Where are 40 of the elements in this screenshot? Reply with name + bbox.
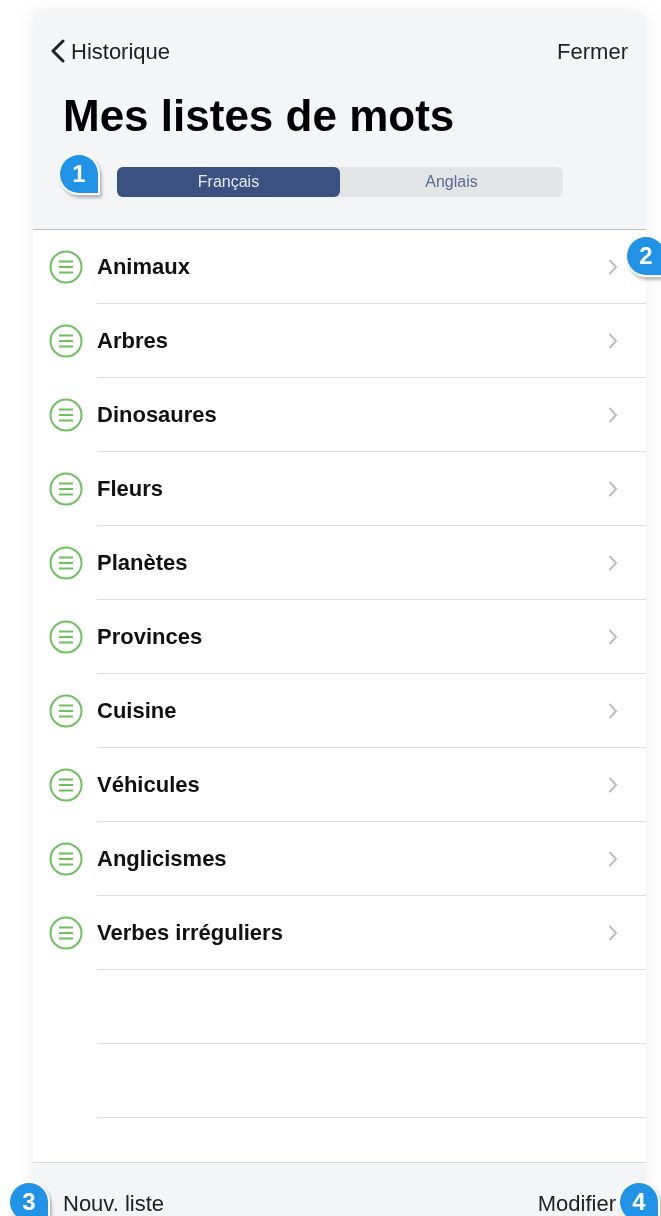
close-button[interactable]: Fermer	[557, 34, 628, 68]
list-name: Véhicules	[97, 771, 200, 799]
callout-badge: 4	[618, 1181, 660, 1216]
callout-badge: 3	[8, 1181, 50, 1216]
list-name: Arbres	[97, 327, 168, 355]
list-name: Cuisine	[97, 697, 177, 725]
list-icon	[49, 472, 83, 506]
list-name: Anglicismes	[97, 845, 227, 873]
list-icon	[49, 324, 83, 358]
list-icon	[49, 768, 83, 802]
segment-tab[interactable]: Français	[117, 167, 340, 197]
chevron-right-icon	[608, 258, 618, 275]
list-name: Verbes irréguliers	[97, 919, 283, 947]
list-icon	[49, 398, 83, 432]
chevron-right-icon	[608, 850, 618, 867]
list-name: Provinces	[97, 623, 203, 651]
segment-tab[interactable]: Anglais	[340, 167, 563, 197]
chevron-right-icon	[608, 406, 618, 423]
new-list-button[interactable]: Nouv. liste	[63, 1187, 165, 1216]
back-button[interactable]: Historique	[51, 34, 171, 68]
list-icon	[49, 916, 83, 950]
list-icon	[49, 546, 83, 580]
list-icon	[49, 620, 83, 654]
chevron-right-icon	[608, 924, 618, 941]
list-name: Dinosaures	[97, 401, 217, 429]
chevron-right-icon	[608, 332, 618, 349]
page-title: Mes listes de mots	[62, 90, 456, 142]
chevron-right-icon	[608, 480, 618, 497]
list-name: Animaux	[97, 253, 190, 281]
list-name: Fleurs	[97, 475, 164, 503]
list-icon	[49, 694, 83, 728]
chevron-right-icon	[608, 702, 618, 719]
chevron-right-icon	[608, 554, 618, 571]
chevron-right-icon	[608, 628, 618, 645]
chevron-right-icon	[608, 776, 618, 793]
edit-button[interactable]: Modifier	[537, 1187, 616, 1216]
list-icon	[49, 250, 83, 284]
list-name: Planètes	[97, 549, 188, 577]
list-icon	[49, 842, 83, 876]
back-chevron-icon	[51, 39, 65, 63]
